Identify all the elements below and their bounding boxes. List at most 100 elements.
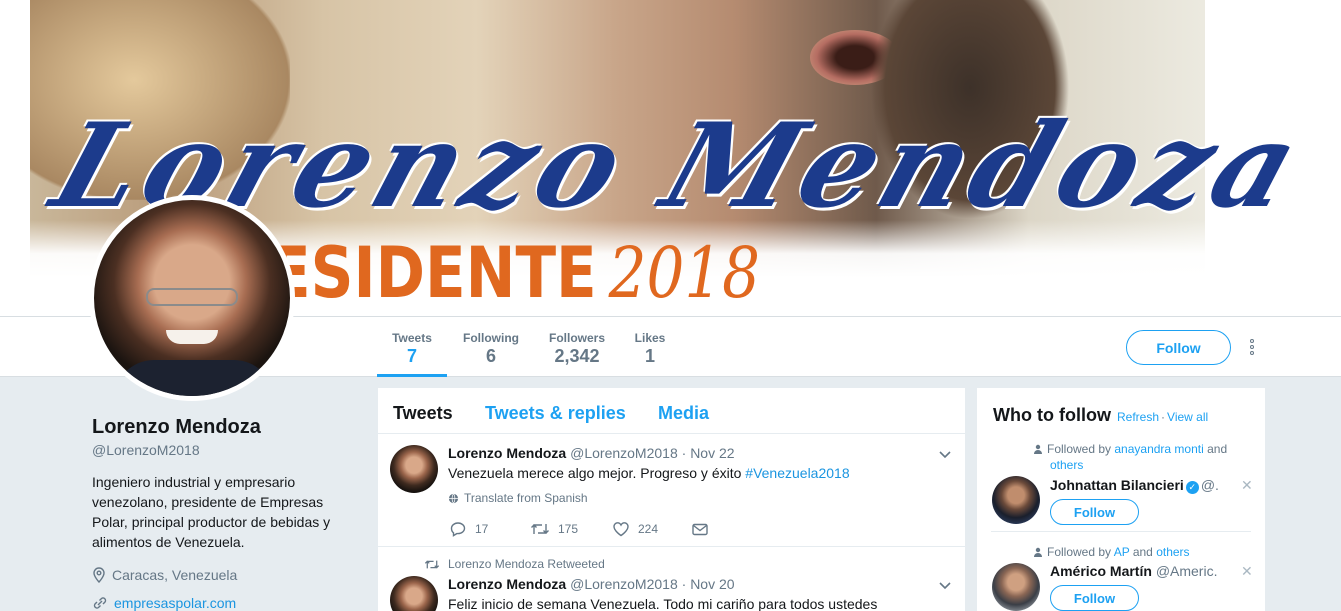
message-action[interactable]	[692, 523, 772, 536]
reply-count: 17	[475, 522, 489, 536]
tweet-author-name[interactable]: Lorenzo Mendoza	[448, 576, 566, 592]
verified-icon: ✓	[1185, 481, 1199, 494]
context-link[interactable]: AP	[1114, 545, 1130, 559]
profile-url[interactable]: empresaspolar.com	[92, 595, 236, 611]
tweet[interactable]: Lorenzo Mendoza Retweeted Lorenzo Mendoz…	[378, 547, 965, 611]
avatar-suit	[114, 360, 274, 396]
timeline: Tweets Tweets & replies Media Lorenzo Me…	[378, 388, 965, 611]
profile-name[interactable]: Lorenzo Mendoza	[92, 416, 261, 439]
tweet-avatar[interactable]	[390, 576, 438, 611]
context-prefix: Followed by	[1047, 442, 1115, 456]
suggestion-item: Followed by anayandra monti and others J…	[977, 440, 1265, 532]
stat-value: 6	[485, 346, 496, 366]
divider	[991, 531, 1251, 532]
like-count: 224	[638, 522, 659, 536]
reply-action[interactable]: 17	[450, 521, 530, 537]
suggestion-name[interactable]: Johnattan Bilancieri✓@...	[1050, 477, 1218, 494]
context-link[interactable]: anayandra monti	[1114, 442, 1203, 456]
stat-tweets[interactable]: Tweets 7	[377, 317, 447, 377]
tweet-author-handle[interactable]: @LorenzoM2018	[570, 576, 678, 592]
stat-followers[interactable]: Followers 2,342	[543, 317, 611, 377]
suggestion-handle[interactable]: @Americ...	[1156, 563, 1218, 579]
who-to-follow-links: Refresh · View all	[1117, 410, 1208, 424]
stat-following[interactable]: Following 6	[455, 317, 527, 377]
retweet-context: Lorenzo Mendoza Retweeted	[424, 557, 605, 571]
heart-icon	[613, 522, 629, 537]
separator-dot: ·	[1161, 410, 1166, 424]
timeline-tabs: Tweets Tweets & replies Media	[378, 388, 965, 434]
who-to-follow-title: Who to follow	[993, 405, 1111, 425]
tweet-text: Venezuela merece algo mejor. Progreso y …	[448, 465, 850, 481]
tab-media[interactable]: Media	[658, 403, 709, 424]
url-text[interactable]: empresaspolar.com	[114, 595, 236, 611]
location-pin-icon	[93, 567, 105, 583]
context-mid: and	[1129, 545, 1157, 559]
tweet-text: Feliz inicio de semana Venezuela. Todo m…	[448, 596, 878, 611]
stat-value: 1	[644, 346, 655, 366]
stat-likes[interactable]: Likes 1	[628, 317, 672, 377]
context-prefix: Followed by	[1047, 545, 1114, 559]
stat-value: 7	[406, 346, 417, 366]
close-icon[interactable]: ✕	[1241, 563, 1253, 580]
profile-bio: Ingeniero industrial y empresario venezo…	[92, 474, 331, 550]
retweet-context-text[interactable]: Lorenzo Mendoza Retweeted	[448, 557, 605, 571]
stat-label: Following	[463, 331, 519, 345]
location-text: Caracas, Venezuela	[112, 567, 238, 583]
translate-link[interactable]: Translate from Spanish	[448, 491, 588, 505]
tab-tweets[interactable]: Tweets	[393, 403, 453, 424]
envelope-icon	[692, 523, 708, 535]
chevron-down-icon[interactable]	[938, 450, 952, 460]
avatar-smile	[166, 330, 218, 344]
profile-location: Caracas, Venezuela	[92, 567, 237, 583]
more-options-icon[interactable]	[1246, 339, 1258, 357]
follow-button[interactable]: Follow	[1126, 330, 1231, 365]
stat-label: Tweets	[392, 331, 432, 345]
who-to-follow: Who to follow Refresh · View all Followed …	[977, 388, 1265, 611]
stat-label: Followers	[548, 331, 605, 345]
banner-subtitle-text: ESIDENTE	[270, 232, 597, 314]
context-link-others[interactable]: others	[1156, 545, 1189, 559]
close-icon[interactable]: ✕	[1241, 477, 1253, 494]
suggestion-item: Followed by AP and others Américo Martín…	[977, 543, 1265, 611]
context-mid: and	[1203, 442, 1228, 456]
banner-year: 2018	[608, 232, 761, 314]
tab-tweets-replies[interactable]: Tweets & replies	[485, 403, 626, 424]
avatar-glasses	[146, 288, 238, 306]
tweet-avatar[interactable]	[390, 445, 438, 493]
tweet-date[interactable]: · Nov 20	[682, 576, 735, 592]
suggestion-avatar[interactable]	[992, 476, 1040, 524]
person-icon	[1034, 444, 1042, 454]
like-action[interactable]: 224	[612, 521, 692, 537]
context-link-others[interactable]: others	[1050, 458, 1083, 472]
globe-icon	[448, 493, 459, 503]
tweet-date[interactable]: · Nov 22	[682, 445, 735, 461]
tweet-author-handle[interactable]: @LorenzoM2018	[570, 445, 678, 461]
suggestion-handle[interactable]: @...	[1201, 477, 1218, 493]
suggestion-avatar[interactable]	[992, 563, 1040, 611]
tweet-text-body: Venezuela merece algo mejor. Progreso y …	[448, 465, 746, 481]
profile-avatar[interactable]	[89, 195, 295, 401]
translate-text[interactable]: Translate from Spanish	[464, 491, 588, 505]
profile-handle[interactable]: @LorenzoM2018	[92, 442, 200, 458]
hashtag-link[interactable]: #Venezuela2018	[745, 465, 849, 481]
retweet-action[interactable]: 175	[530, 522, 612, 536]
reply-icon	[450, 522, 466, 537]
view-all-link[interactable]: View all	[1167, 410, 1208, 424]
suggestion-display-name[interactable]: Américo Martín	[1050, 563, 1152, 579]
tweet[interactable]: Lorenzo Mendoza @LorenzoM2018 · Nov 22 V…	[378, 434, 965, 547]
tweet-header: Lorenzo Mendoza @LorenzoM2018 · Nov 20	[448, 576, 735, 592]
tweet-author-name[interactable]: Lorenzo Mendoza	[448, 445, 566, 461]
tweet-header: Lorenzo Mendoza @LorenzoM2018 · Nov 22	[448, 445, 735, 461]
refresh-link[interactable]: Refresh	[1117, 410, 1159, 424]
suggestion-display-name[interactable]: Johnattan Bilancieri	[1050, 477, 1184, 493]
link-icon	[93, 597, 107, 609]
suggestion-follow-button[interactable]: Follow	[1050, 585, 1139, 611]
stat-label: Likes	[634, 331, 666, 345]
suggestion-name[interactable]: Américo Martín @Americ...	[1050, 563, 1218, 579]
person-icon	[1034, 547, 1042, 557]
retweet-icon	[531, 524, 549, 534]
tweet-actions: 17 175 224	[450, 521, 772, 537]
suggestion-context: Followed by AP and others	[1034, 544, 1250, 560]
chevron-down-icon[interactable]	[938, 581, 952, 591]
suggestion-follow-button[interactable]: Follow	[1050, 499, 1139, 525]
